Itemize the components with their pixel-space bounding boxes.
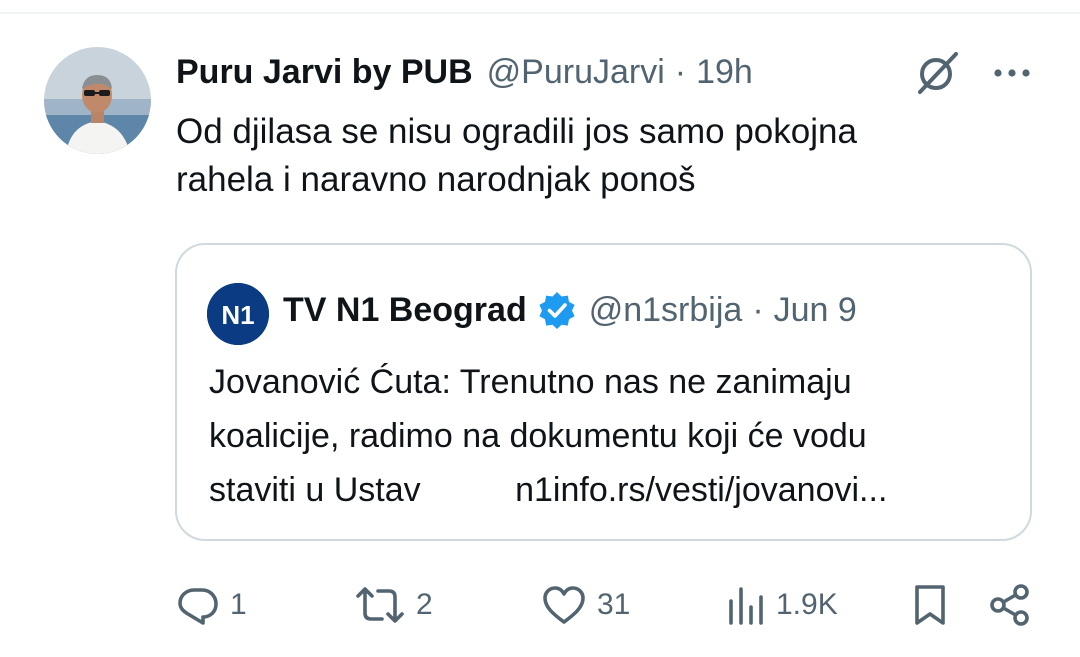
quoted-author-display-name[interactable]: TV N1 Beograd (283, 291, 527, 330)
like-button[interactable]: 31 (541, 575, 630, 635)
repost-count: 2 (416, 588, 433, 621)
quoted-header-separator: · (752, 290, 764, 329)
like-count: 31 (597, 588, 631, 621)
quoted-tweet-date[interactable]: Jun 9 (774, 291, 857, 330)
quoted-tweet-card[interactable]: N1 TV N1 Beograd @n1srbija · Jun 9 Jovan… (175, 243, 1032, 541)
action-bar: 1 2 31 1.9K (0, 575, 1080, 635)
quoted-tweet-text: Jovanović Ćuta: Trenutno nas ne zanimaju… (209, 355, 1009, 517)
views-button[interactable]: 1.9K (726, 575, 838, 635)
share-button[interactable] (988, 575, 1032, 635)
top-divider (0, 12, 1080, 14)
verified-badge-icon (537, 290, 577, 330)
n1-logo[interactable]: N1 (207, 283, 269, 345)
quoted-tweet-header: TV N1 Beograd @n1srbija · Jun 9 (283, 287, 857, 333)
n1-logo-text: N1 (221, 300, 254, 330)
tweet-header: Puru Jarvi by PUB @PuruJarvi · 19h (176, 50, 753, 94)
views-count: 1.9K (776, 588, 838, 621)
tweet-text: Od djilasa se nisu ogradili jos samo pok… (176, 112, 857, 199)
author-display-name[interactable]: Puru Jarvi by PUB (176, 53, 473, 92)
tweet-timestamp[interactable]: 19h (696, 53, 753, 92)
quoted-tweet-link[interactable]: n1info.rs/vesti/jovanovi... (515, 471, 887, 509)
avatar-image (44, 47, 151, 154)
grok-icon[interactable] (912, 48, 962, 98)
repost-icon (354, 583, 406, 627)
share-icon (988, 583, 1032, 627)
more-icon[interactable] (990, 58, 1034, 88)
header-separator: · (674, 52, 687, 91)
tweet-view: Puru Jarvi by PUB @PuruJarvi · 19h Od dj… (0, 0, 1080, 657)
bookmark-icon (910, 582, 950, 628)
reply-button[interactable]: 1 (176, 575, 247, 635)
repost-button[interactable]: 2 (354, 575, 433, 635)
views-icon (726, 583, 766, 627)
avatar[interactable] (44, 47, 151, 154)
quoted-author-handle[interactable]: @n1srbija (589, 291, 743, 330)
reply-icon (176, 583, 220, 627)
bookmark-button[interactable] (910, 575, 950, 635)
author-handle[interactable]: @PuruJarvi (487, 53, 665, 92)
reply-count: 1 (230, 588, 247, 621)
like-icon (541, 583, 587, 627)
